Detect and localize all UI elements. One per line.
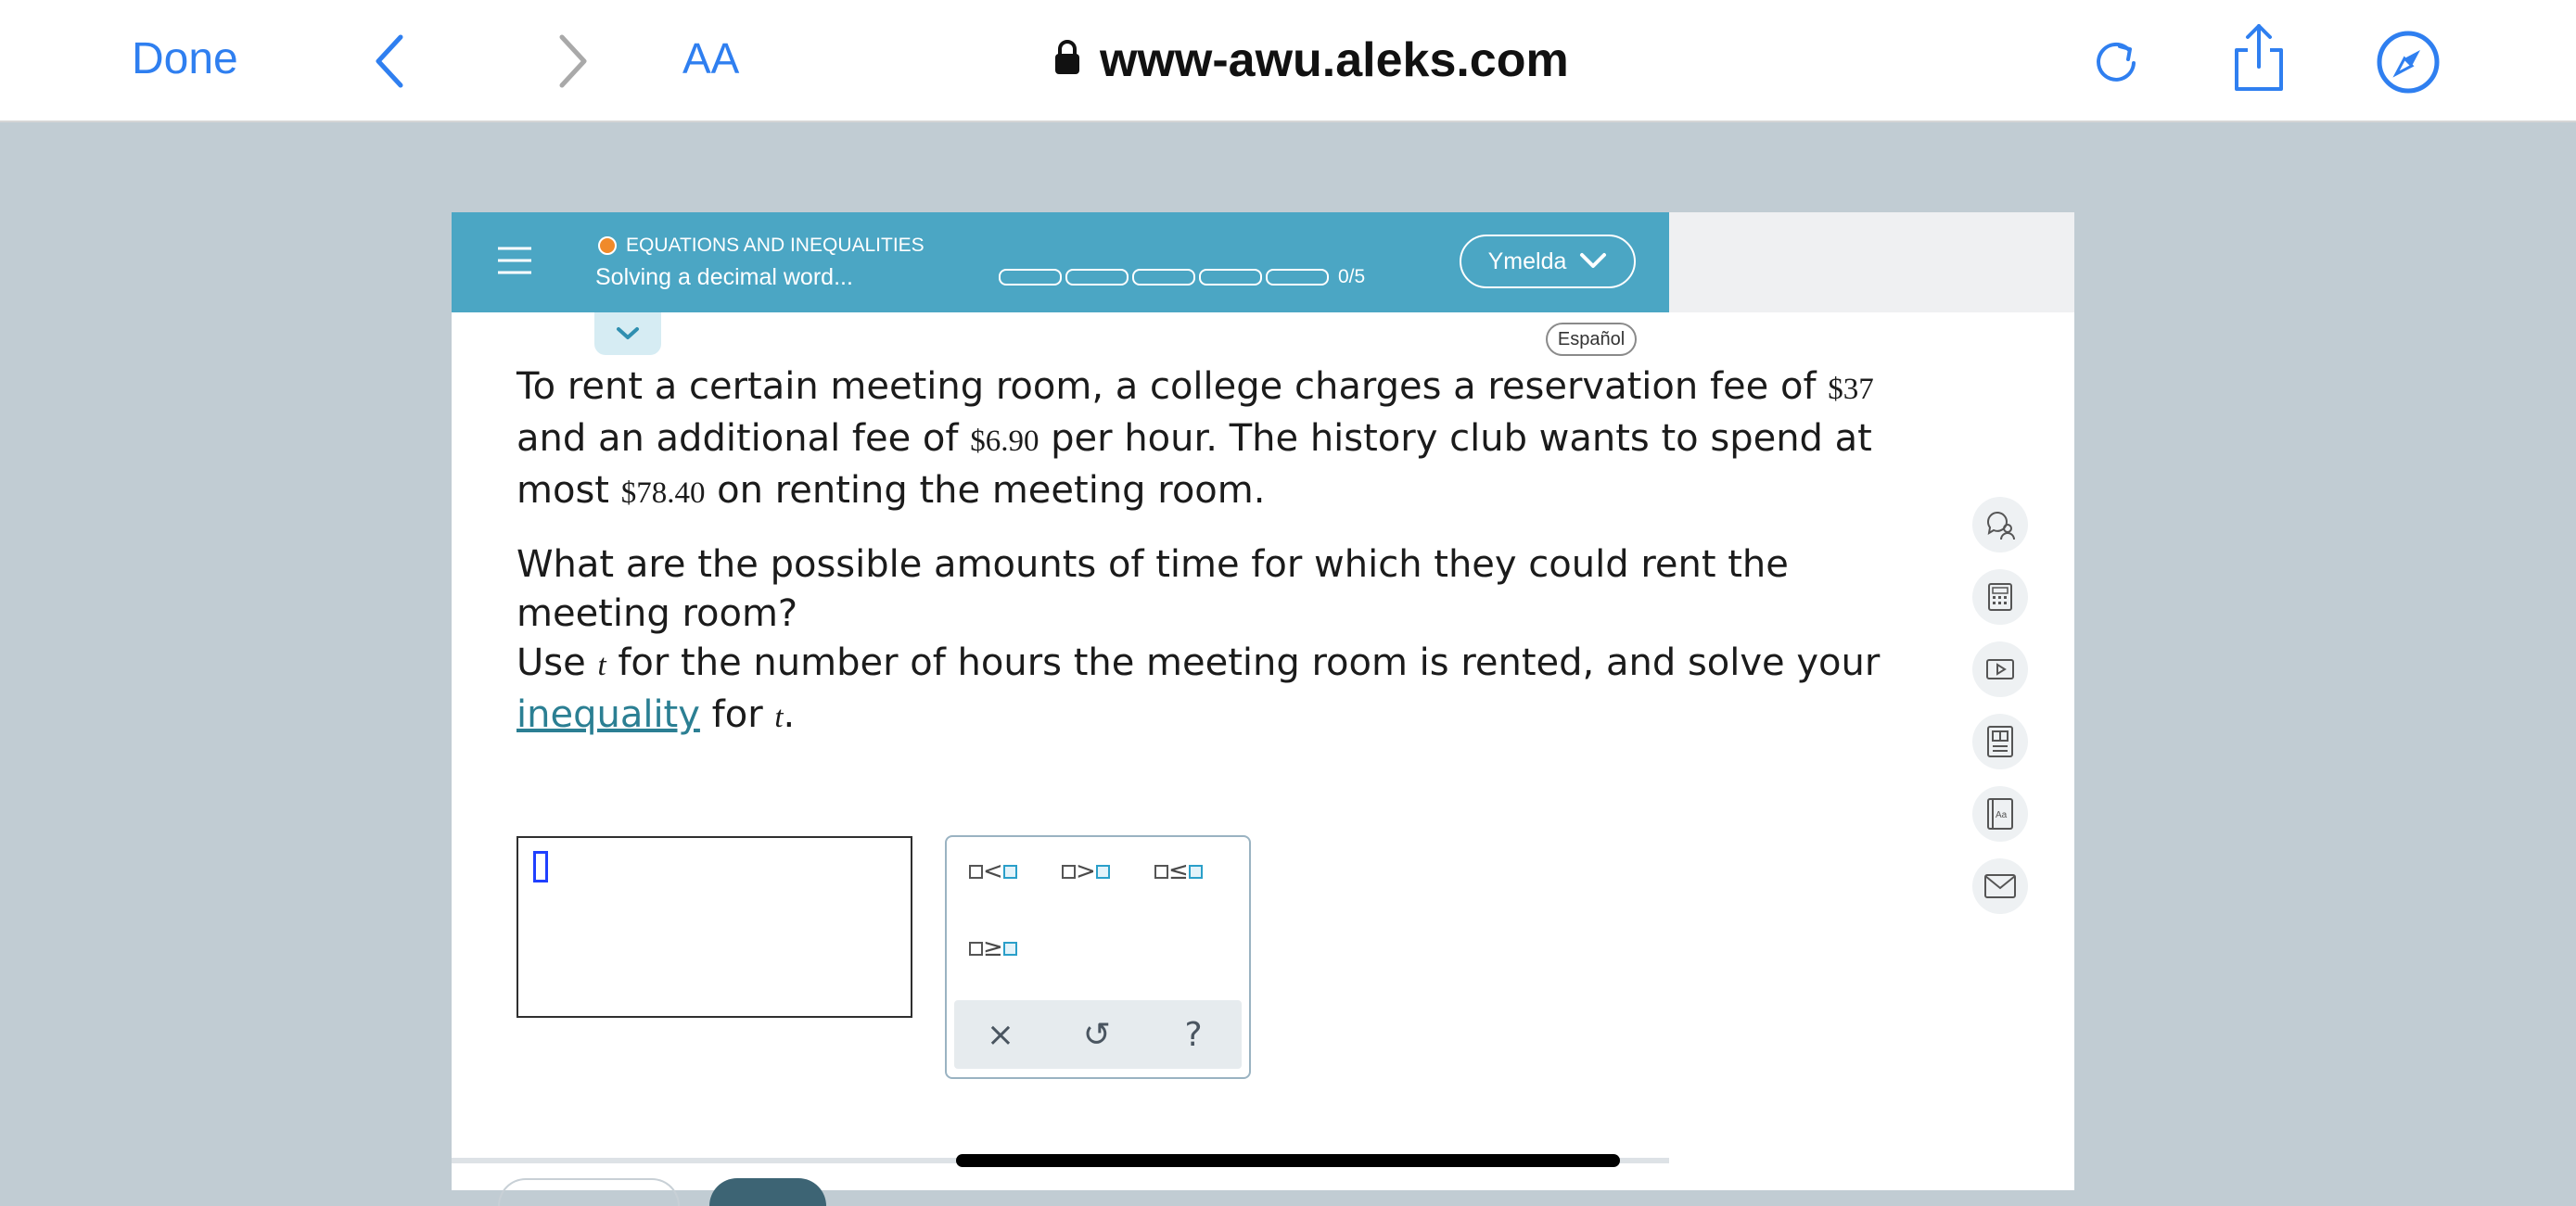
topic-label: EQUATIONS AND INEQUALITIES bbox=[626, 235, 925, 256]
aleks-card: EQUATIONS AND INEQUALITIES Solving a dec… bbox=[452, 212, 2074, 1206]
done-button[interactable]: Done bbox=[132, 33, 238, 84]
text-size-button[interactable]: AA bbox=[682, 33, 739, 83]
reload-icon[interactable] bbox=[2092, 37, 2140, 89]
prompt-text: Use bbox=[516, 641, 598, 684]
reservation-fee: $37 bbox=[1828, 373, 1874, 406]
prompt-paragraph: What are the possible amounts of time fo… bbox=[516, 540, 1945, 743]
compass-icon[interactable] bbox=[2376, 30, 2441, 98]
status-dot-icon bbox=[598, 236, 617, 255]
mail-icon[interactable] bbox=[1972, 858, 2028, 914]
dictionary-icon[interactable]: Aa bbox=[1972, 786, 2028, 842]
share-icon[interactable] bbox=[2231, 22, 2287, 96]
calculator-icon[interactable] bbox=[1972, 569, 2028, 625]
greater-than-button[interactable]: > bbox=[1062, 857, 1110, 885]
header-grey-area bbox=[1669, 212, 2074, 312]
input-cursor bbox=[533, 851, 548, 882]
text-size-label: AA bbox=[682, 34, 740, 83]
collapse-header-button[interactable] bbox=[594, 312, 661, 355]
greater-than-symbol: > bbox=[1076, 857, 1096, 885]
forward-icon[interactable] bbox=[555, 32, 592, 95]
prompt-text: . bbox=[783, 693, 796, 736]
user-name: Ymelda bbox=[1487, 248, 1567, 274]
subtopic-title: Solving a decimal word... bbox=[595, 264, 853, 290]
url-text: www-awu.aleks.com bbox=[1100, 33, 1569, 87]
hourly-fee: $6.90 bbox=[970, 425, 1039, 458]
progress-segment bbox=[1199, 269, 1262, 286]
progress-bar: 0/5 bbox=[999, 266, 1365, 288]
video-icon[interactable] bbox=[1972, 641, 2028, 697]
variable-t: t bbox=[597, 649, 606, 682]
check-button[interactable] bbox=[709, 1178, 826, 1206]
chevron-down-icon bbox=[1580, 253, 1607, 268]
budget-amount: $78.40 bbox=[620, 476, 706, 510]
inequality-link[interactable]: inequality bbox=[516, 693, 700, 736]
palette-actions: × ↺ ? bbox=[954, 1000, 1242, 1069]
topic-title: EQUATIONS AND INEQUALITIES bbox=[598, 235, 925, 257]
home-indicator bbox=[956, 1154, 1620, 1167]
answer-input[interactable] bbox=[516, 836, 912, 1018]
progress-count: 0/5 bbox=[1338, 266, 1366, 287]
user-menu-button[interactable]: Ymelda bbox=[1460, 235, 1636, 288]
help-button[interactable]: ? bbox=[1166, 1000, 1221, 1069]
chevron-down-icon bbox=[617, 327, 639, 339]
question-text: To rent a certain meeting room, a colleg… bbox=[516, 362, 1945, 765]
answer-key-icon[interactable] bbox=[1972, 714, 2028, 769]
math-palette: < > ≤ ≥ × ↺ ? bbox=[945, 835, 1251, 1079]
progress-segment bbox=[1132, 269, 1195, 286]
menu-icon[interactable] bbox=[498, 246, 531, 279]
less-than-symbol: < bbox=[983, 857, 1003, 885]
secondary-button[interactable] bbox=[498, 1178, 680, 1206]
problem-paragraph: To rent a certain meeting room, a colleg… bbox=[516, 362, 1945, 518]
progress-segment bbox=[1266, 269, 1329, 286]
less-equal-symbol: ≤ bbox=[1168, 857, 1189, 885]
progress-segment bbox=[999, 269, 1062, 286]
progress-segment bbox=[1065, 269, 1129, 286]
svg-text:Aa: Aa bbox=[1996, 810, 2008, 820]
less-equal-button[interactable]: ≤ bbox=[1154, 857, 1203, 885]
prompt-text: for bbox=[699, 693, 775, 736]
greater-equal-button[interactable]: ≥ bbox=[969, 934, 1017, 962]
clear-button[interactable]: × bbox=[973, 1000, 1028, 1069]
problem-text: To rent a certain meeting room, a colleg… bbox=[516, 365, 1829, 408]
browser-toolbar: Done AA www-awu.aleks.com bbox=[0, 0, 2576, 122]
prompt-text: for the number of hours the meeting room… bbox=[606, 641, 1881, 684]
topic-header: EQUATIONS AND INEQUALITIES Solving a dec… bbox=[452, 212, 1669, 312]
less-than-button[interactable]: < bbox=[969, 857, 1017, 885]
lock-icon bbox=[1053, 32, 1081, 88]
variable-t: t bbox=[774, 701, 784, 734]
prompt-text: What are the possible amounts of time fo… bbox=[516, 543, 1789, 635]
problem-text: on renting the meeting room. bbox=[705, 469, 1266, 512]
undo-button[interactable]: ↺ bbox=[1069, 1000, 1125, 1069]
address-bar[interactable]: www-awu.aleks.com bbox=[1053, 28, 1569, 93]
back-icon[interactable] bbox=[371, 32, 408, 95]
problem-text: and an additional fee of bbox=[516, 417, 971, 460]
greater-equal-symbol: ≥ bbox=[983, 934, 1003, 962]
language-button[interactable]: Español bbox=[1546, 323, 1637, 356]
tutor-icon[interactable] bbox=[1972, 497, 2028, 552]
